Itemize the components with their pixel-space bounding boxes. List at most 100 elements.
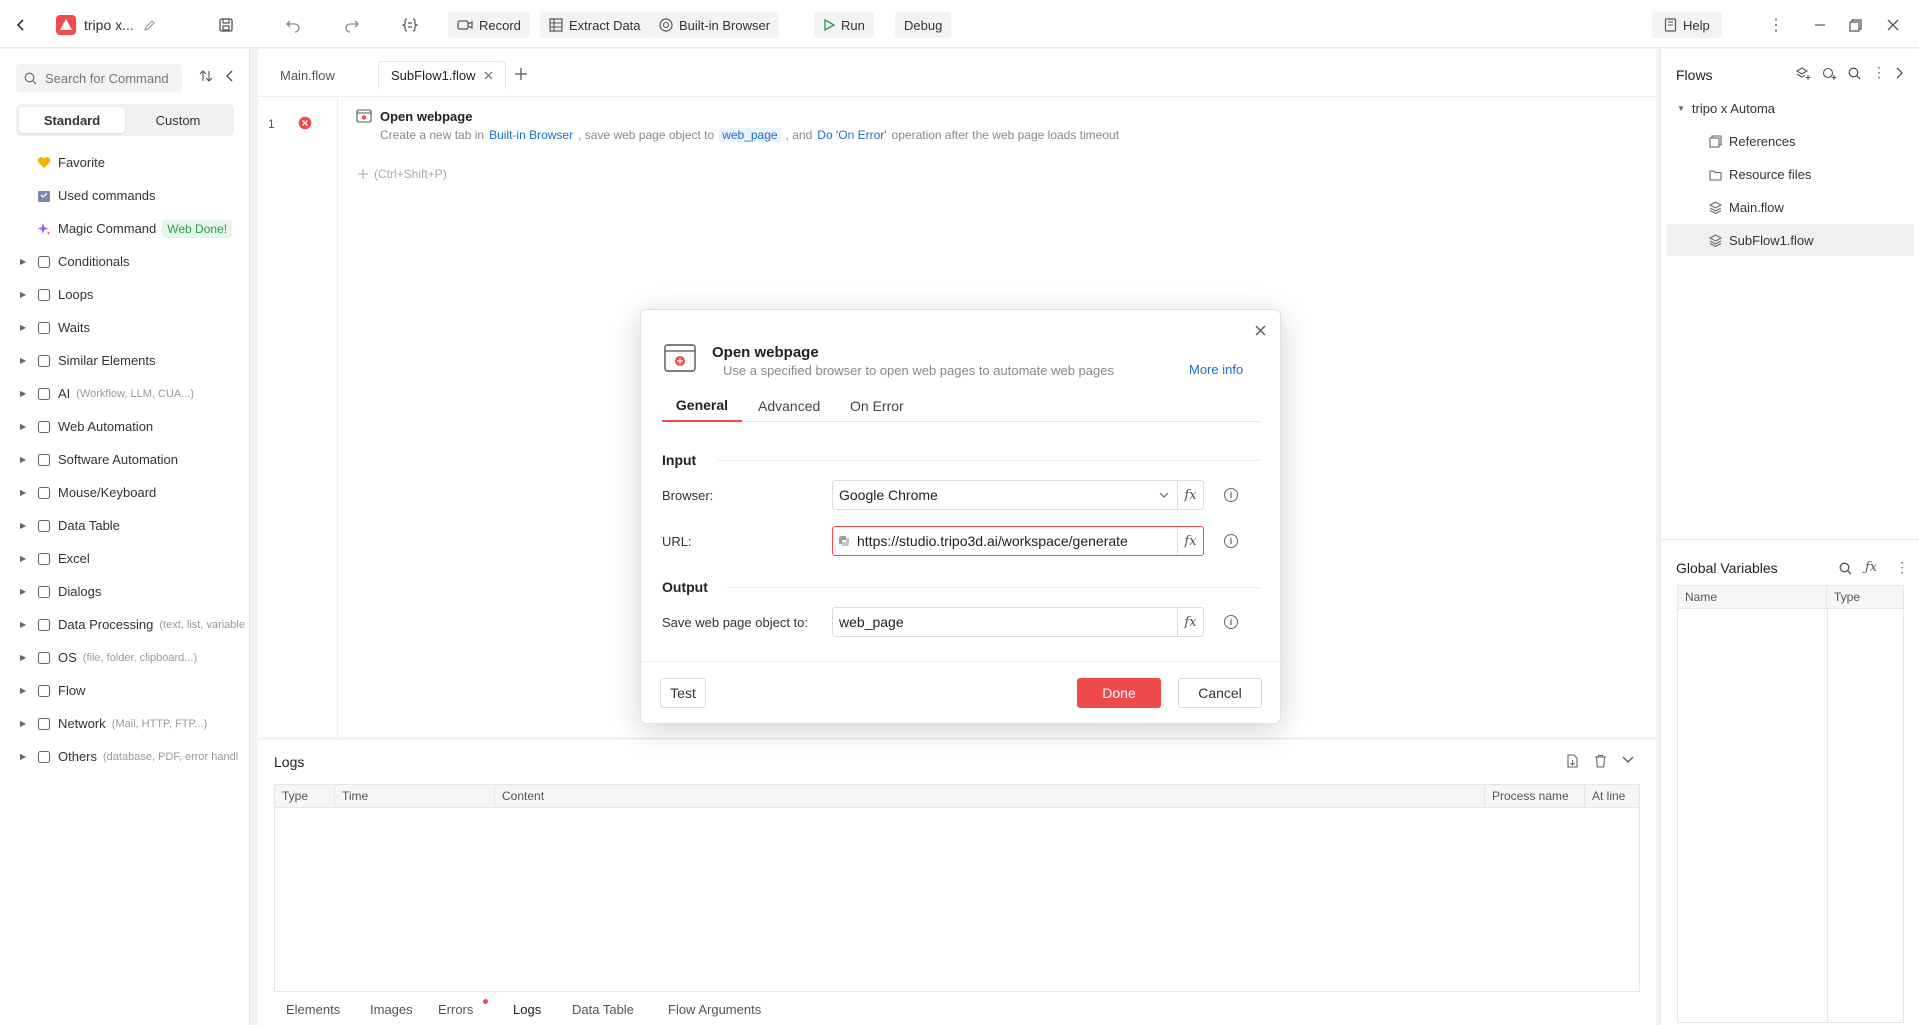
error-icon[interactable] <box>298 116 312 130</box>
expand-arrow-icon: ▶ <box>20 389 27 398</box>
expand-arrow-icon: ▶ <box>20 455 27 464</box>
collapse-logs-icon[interactable] <box>1622 756 1634 764</box>
close-window-icon[interactable] <box>1887 12 1899 38</box>
collapse-flows-icon[interactable] <box>1895 67 1903 79</box>
command-category-data-table[interactable]: ▶ Data Table <box>0 509 249 542</box>
bottom-tab-errors[interactable]: Errors <box>438 1002 473 1017</box>
add-flow-icon[interactable] <box>1796 67 1811 81</box>
more-info-link[interactable]: More info <box>1189 362 1243 377</box>
close-dialog-icon[interactable] <box>1255 325 1266 336</box>
command-category-excel[interactable]: ▶ Excel <box>0 542 249 575</box>
url-info-icon[interactable]: i <box>1224 534 1238 548</box>
command-category-magic-command[interactable]: Magic Command Web Done! <box>0 212 249 245</box>
record-button[interactable]: Record <box>448 12 530 38</box>
url-input[interactable]: https://studio.tripo3d.ai/workspace/gene… <box>832 526 1204 556</box>
command-search-input[interactable] <box>45 70 175 86</box>
trash-icon[interactable] <box>1594 754 1607 768</box>
command-category-software-automation[interactable]: ▶ Software Automation <box>0 443 249 476</box>
save-icon[interactable] <box>218 12 234 38</box>
tab-custom[interactable]: Custom <box>125 107 231 133</box>
variables-more-icon[interactable]: ⋮ <box>1895 559 1909 576</box>
command-category-os[interactable]: ▶ OS (file, folder, clipboard...) <box>0 641 249 674</box>
tab-subflow1[interactable]: SubFlow1.flow <box>378 61 506 89</box>
command-category-flow[interactable]: ▶ Flow <box>0 674 249 707</box>
command-category-ai[interactable]: ▶ AI (Workflow, LLM, CUA...) <box>0 377 249 410</box>
col-name: Name <box>1678 586 1827 608</box>
add-tab-icon[interactable] <box>514 67 528 81</box>
command-category-mouse-keyboard[interactable]: ▶ Mouse/Keyboard <box>0 476 249 509</box>
browser-info-icon[interactable]: i <box>1224 488 1238 502</box>
command-category-loops[interactable]: ▶ Loops <box>0 278 249 311</box>
add-step-hint[interactable]: (Ctrl+Shift+P) <box>358 167 447 181</box>
search-flows-icon[interactable] <box>1848 67 1861 80</box>
project-tree-root[interactable]: ▼ tripo x Automa <box>1661 92 1914 124</box>
flows-title: Flows <box>1676 67 1713 83</box>
sort-icon[interactable] <box>199 69 213 83</box>
redo-icon[interactable] <box>344 12 360 38</box>
search-variables-icon[interactable] <box>1839 562 1852 575</box>
browser-fx-icon[interactable]: fx <box>1177 481 1203 509</box>
command-category-web-automation[interactable]: ▶ Web Automation <box>0 410 249 443</box>
command-search[interactable] <box>16 64 182 92</box>
command-category-conditionals[interactable]: ▶ Conditionals <box>0 245 249 278</box>
save-object-info-icon[interactable]: i <box>1224 615 1238 629</box>
run-button[interactable]: Run <box>814 12 874 38</box>
tab-main-flow[interactable]: Main.flow <box>268 61 347 89</box>
tab-on-error[interactable]: On Error <box>850 390 904 422</box>
test-button[interactable]: Test <box>660 678 706 708</box>
step-desc-browser: Built-in Browser <box>489 128 574 142</box>
command-category-favorite[interactable]: Favorite <box>0 146 249 179</box>
built-in-browser-button[interactable]: Built-in Browser <box>650 12 780 38</box>
save-object-input[interactable]: web_page fx <box>832 607 1204 637</box>
back-icon[interactable] <box>14 12 28 38</box>
app-title: tripo x... <box>84 17 134 33</box>
tab-standard[interactable]: Standard <box>19 107 125 133</box>
edit-title-icon[interactable] <box>143 12 156 38</box>
done-button[interactable]: Done <box>1077 678 1161 708</box>
command-category-others[interactable]: ▶ Others (database, PDF, error handl <box>0 740 249 773</box>
close-tab-icon[interactable] <box>484 71 493 80</box>
network-icon <box>36 716 52 732</box>
tab-advanced[interactable]: Advanced <box>758 390 820 422</box>
command-category-dialogs[interactable]: ▶ Dialogs <box>0 575 249 608</box>
add-subflow-icon[interactable] <box>1822 67 1837 81</box>
command-category-network[interactable]: ▶ Network (Mail, HTTP, FTP...) <box>0 707 249 740</box>
tree-item-main-flow[interactable]: Main.flow <box>1661 191 1914 223</box>
extract-data-button[interactable]: Extract Data <box>540 12 650 38</box>
export-logs-icon[interactable] <box>1566 754 1579 768</box>
expand-arrow-icon: ▶ <box>20 620 27 629</box>
bottom-tab-images[interactable]: Images <box>370 1002 413 1017</box>
more-menu-icon[interactable]: ⋮ <box>1768 12 1784 38</box>
restore-icon[interactable] <box>1849 12 1862 38</box>
debug-button[interactable]: Debug <box>895 12 952 38</box>
sparkle-icon <box>36 221 52 237</box>
bottom-tab-logs[interactable]: Logs <box>513 1002 541 1017</box>
undo-icon[interactable] <box>285 12 301 38</box>
open-webpage-step-icon <box>356 109 372 123</box>
data-icon <box>36 617 52 633</box>
add-variable-fx-icon[interactable]: ƒx <box>1865 560 1877 575</box>
bottom-tab-data-table[interactable]: Data Table <box>572 1002 634 1017</box>
minimize-icon[interactable] <box>1814 12 1826 38</box>
help-button[interactable]: Help <box>1652 12 1722 38</box>
command-category-similar-elements[interactable]: ▶ Similar Elements <box>0 344 249 377</box>
cancel-button[interactable]: Cancel <box>1178 678 1262 708</box>
command-category-waits[interactable]: ▶ Waits <box>0 311 249 344</box>
flows-more-icon[interactable]: ⋮ <box>1872 64 1886 81</box>
chevron-down-icon <box>1151 492 1177 498</box>
tree-item-resource-files[interactable]: Resource files <box>1661 158 1914 190</box>
tree-item-subflow1[interactable]: SubFlow1.flow <box>1667 224 1914 256</box>
url-fx-icon[interactable]: fx <box>1177 527 1203 555</box>
command-category-used-commands[interactable]: Used commands <box>0 179 249 212</box>
browser-select[interactable]: Google Chrome fx <box>832 480 1204 510</box>
command-category-data-processing[interactable]: ▶ Data Processing (text, list, variable <box>0 608 249 641</box>
dialog-subtitle: Use a specified browser to open web page… <box>723 363 1114 378</box>
collapse-sidebar-icon[interactable] <box>224 69 234 83</box>
tab-general[interactable]: General <box>662 390 742 422</box>
tree-item-references[interactable]: References <box>1661 125 1914 157</box>
bottom-tab-elements[interactable]: Elements <box>286 1002 340 1017</box>
code-view-icon[interactable] <box>402 12 418 38</box>
save-object-fx-icon[interactable]: fx <box>1177 608 1203 636</box>
step-open-webpage[interactable]: Open webpage Create a new tab in Built-i… <box>356 105 1456 147</box>
bottom-tab-flow-arguments[interactable]: Flow Arguments <box>668 1002 761 1017</box>
